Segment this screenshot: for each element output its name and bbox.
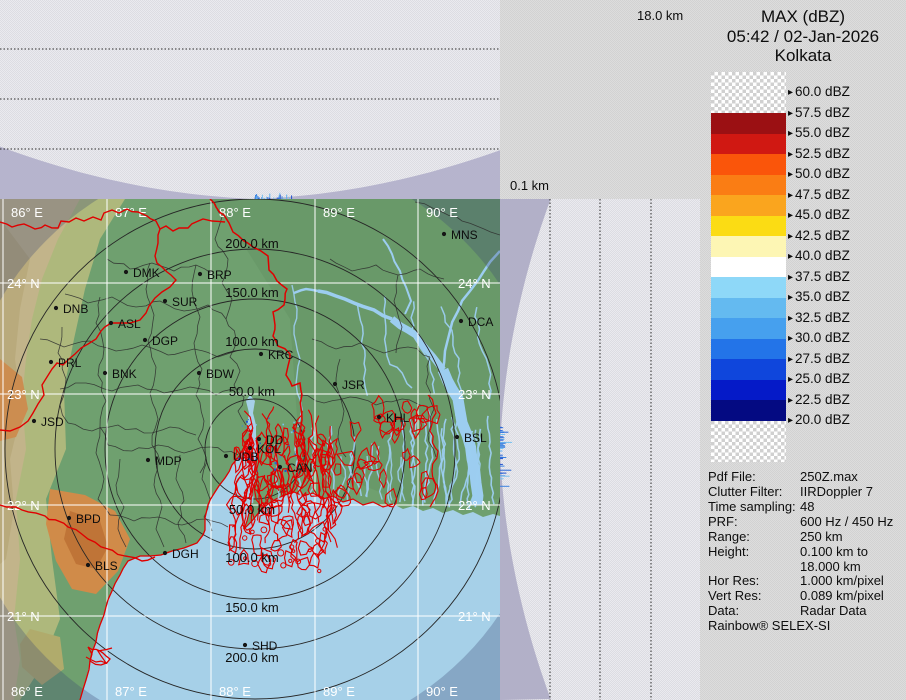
svg-text:88° E: 88° E bbox=[219, 684, 251, 699]
svg-text:200.0 km: 200.0 km bbox=[225, 650, 278, 665]
svg-text:24° N: 24° N bbox=[7, 276, 40, 291]
svg-text:89° E: 89° E bbox=[323, 205, 355, 220]
svg-text:BRP: BRP bbox=[207, 268, 232, 282]
svg-text:100.0 km: 100.0 km bbox=[225, 334, 278, 349]
svg-text:200.0 km: 200.0 km bbox=[225, 236, 278, 251]
svg-text:KHL: KHL bbox=[386, 411, 410, 425]
svg-text:87° E: 87° E bbox=[115, 684, 147, 699]
svg-text:BPD: BPD bbox=[76, 512, 101, 526]
svg-text:MDP: MDP bbox=[155, 454, 182, 468]
svg-text:BNK: BNK bbox=[112, 367, 137, 381]
svg-text:BSL: BSL bbox=[464, 431, 487, 445]
svg-text:50.0 km: 50.0 km bbox=[229, 502, 275, 517]
svg-text:JSD: JSD bbox=[41, 415, 64, 429]
svg-text:90° E: 90° E bbox=[426, 205, 458, 220]
svg-text:JSR: JSR bbox=[342, 378, 365, 392]
svg-text:ASL: ASL bbox=[118, 317, 141, 331]
svg-text:86° E: 86° E bbox=[11, 684, 43, 699]
svg-text:BLS: BLS bbox=[95, 559, 118, 573]
svg-text:150.0 km: 150.0 km bbox=[225, 285, 278, 300]
svg-text:150.0 km: 150.0 km bbox=[225, 600, 278, 615]
svg-text:CAN: CAN bbox=[287, 461, 312, 475]
svg-text:23° N: 23° N bbox=[7, 387, 40, 402]
svg-text:UDB: UDB bbox=[233, 450, 258, 464]
svg-text:BDW: BDW bbox=[206, 367, 235, 381]
svg-text:DGP: DGP bbox=[152, 334, 178, 348]
svg-text:PRL: PRL bbox=[58, 356, 82, 370]
svg-text:SUR: SUR bbox=[172, 295, 198, 309]
svg-text:DNB: DNB bbox=[63, 302, 88, 316]
svg-text:DMK: DMK bbox=[133, 266, 160, 280]
svg-text:89° E: 89° E bbox=[323, 684, 355, 699]
svg-text:KOL: KOL bbox=[257, 442, 281, 456]
svg-text:21° N: 21° N bbox=[7, 609, 40, 624]
svg-text:DGH: DGH bbox=[172, 547, 199, 561]
svg-text:21° N: 21° N bbox=[458, 609, 491, 624]
svg-text:DCA: DCA bbox=[468, 315, 493, 329]
svg-text:86° E: 86° E bbox=[11, 205, 43, 220]
svg-text:50.0 km: 50.0 km bbox=[229, 384, 275, 399]
svg-text:KRC: KRC bbox=[268, 348, 294, 362]
svg-text:88° E: 88° E bbox=[219, 205, 251, 220]
svg-text:90° E: 90° E bbox=[426, 684, 458, 699]
svg-text:24° N: 24° N bbox=[458, 276, 491, 291]
svg-text:22° N: 22° N bbox=[458, 498, 491, 513]
svg-text:100.0 km: 100.0 km bbox=[225, 550, 278, 565]
svg-text:MNS: MNS bbox=[451, 228, 478, 242]
svg-text:23° N: 23° N bbox=[458, 387, 491, 402]
